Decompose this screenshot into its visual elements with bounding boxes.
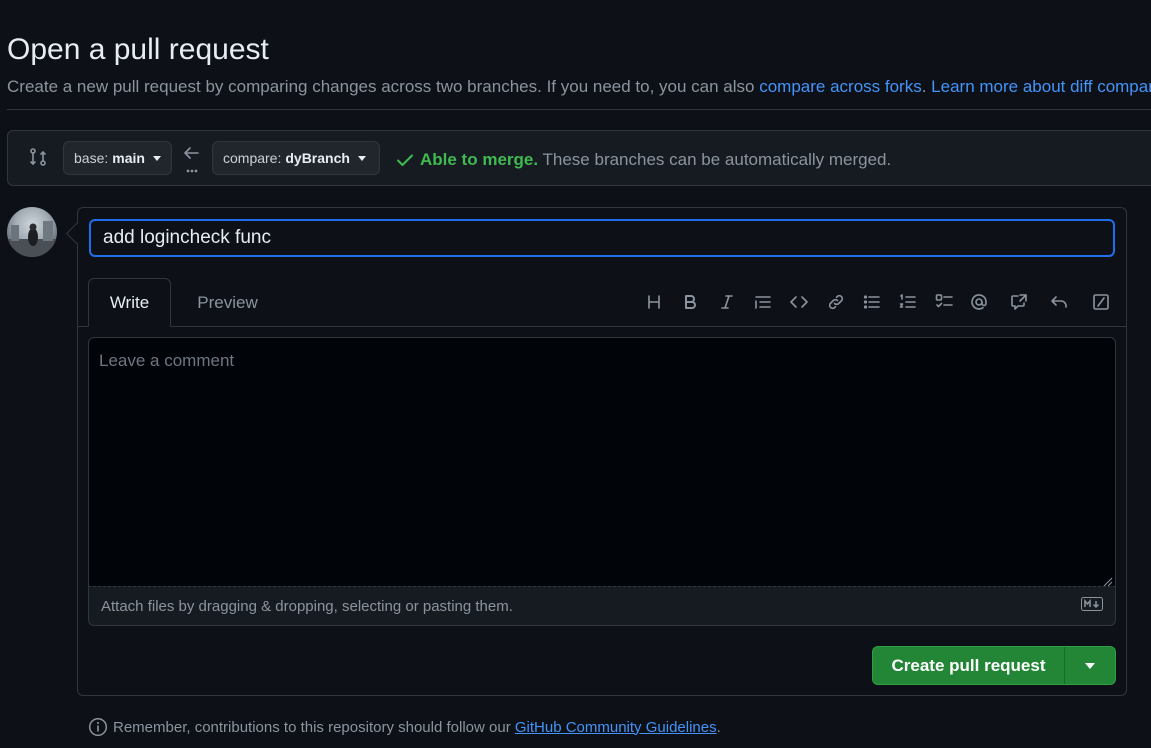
- page-subtitle: Create a new pull request by comparing c…: [7, 77, 1151, 97]
- attach-files-bar[interactable]: Attach files by dragging & dropping, sel…: [88, 586, 1116, 626]
- link-icon[interactable]: [823, 290, 849, 314]
- header-divider: [7, 109, 1151, 110]
- base-label: base:: [74, 150, 109, 166]
- reply-icon[interactable]: [1046, 290, 1072, 314]
- title-input[interactable]: [89, 219, 1115, 257]
- create-pull-request-button[interactable]: Create pull request: [873, 647, 1065, 684]
- heading-icon[interactable]: [641, 290, 667, 314]
- tab-write[interactable]: Write: [88, 278, 171, 327]
- task-list-icon[interactable]: [931, 290, 957, 314]
- create-options-dropdown[interactable]: [1065, 647, 1115, 684]
- bold-icon[interactable]: [677, 290, 703, 314]
- tab-preview[interactable]: Preview: [180, 278, 275, 327]
- base-branch-select[interactable]: base: main: [63, 141, 172, 175]
- page-title: Open a pull request: [7, 33, 269, 66]
- contribution-note: Remember, contributions to this reposito…: [88, 717, 721, 737]
- merge-detail-text: These branches can be automatically merg…: [542, 150, 892, 169]
- note-text: Remember, contributions to this reposito…: [113, 718, 515, 736]
- code-icon[interactable]: [786, 290, 812, 314]
- avatar[interactable]: [7, 207, 57, 257]
- compare-arrows-icon: [28, 147, 48, 172]
- italic-icon[interactable]: [714, 290, 740, 314]
- chevron-down-icon: [1085, 662, 1095, 669]
- community-guidelines-link[interactable]: GitHub Community Guidelines: [515, 719, 717, 736]
- cross-reference-icon[interactable]: [1006, 290, 1032, 314]
- info-icon: [88, 717, 108, 737]
- compare-forks-link[interactable]: compare across forks: [759, 77, 922, 96]
- chevron-down-icon: [152, 155, 161, 161]
- ordered-list-icon[interactable]: [895, 290, 921, 314]
- compare-branch-select[interactable]: compare: dyBranch: [212, 141, 380, 175]
- merge-ok-text: Able to merge.: [420, 150, 539, 169]
- slash-command-icon[interactable]: [1088, 290, 1114, 314]
- chevron-down-icon: [357, 155, 366, 161]
- learn-more-link[interactable]: Learn more about diff comparisons: [931, 77, 1151, 96]
- merge-status: Able to merge. These branches can be aut…: [396, 150, 891, 170]
- mention-icon[interactable]: [966, 290, 992, 314]
- quote-icon[interactable]: [750, 290, 776, 314]
- arrow-left-icon: [182, 144, 202, 179]
- markdown-icon[interactable]: [1081, 597, 1103, 615]
- attach-files-text: Attach files by dragging & dropping, sel…: [101, 597, 513, 615]
- create-pull-request-button-group: Create pull request: [872, 646, 1116, 685]
- compare-branch-name: dyBranch: [285, 150, 350, 166]
- compare-label: compare:: [223, 150, 282, 166]
- comment-textarea[interactable]: [88, 337, 1116, 587]
- resize-handle-icon[interactable]: [1103, 574, 1113, 587]
- note-end: .: [716, 718, 721, 736]
- subtitle-text: Create a new pull request by comparing c…: [7, 77, 760, 96]
- check-icon: [397, 154, 413, 166]
- unordered-list-icon[interactable]: [859, 290, 885, 314]
- subtitle-separator: .: [921, 77, 932, 96]
- base-branch-name: main: [112, 150, 145, 166]
